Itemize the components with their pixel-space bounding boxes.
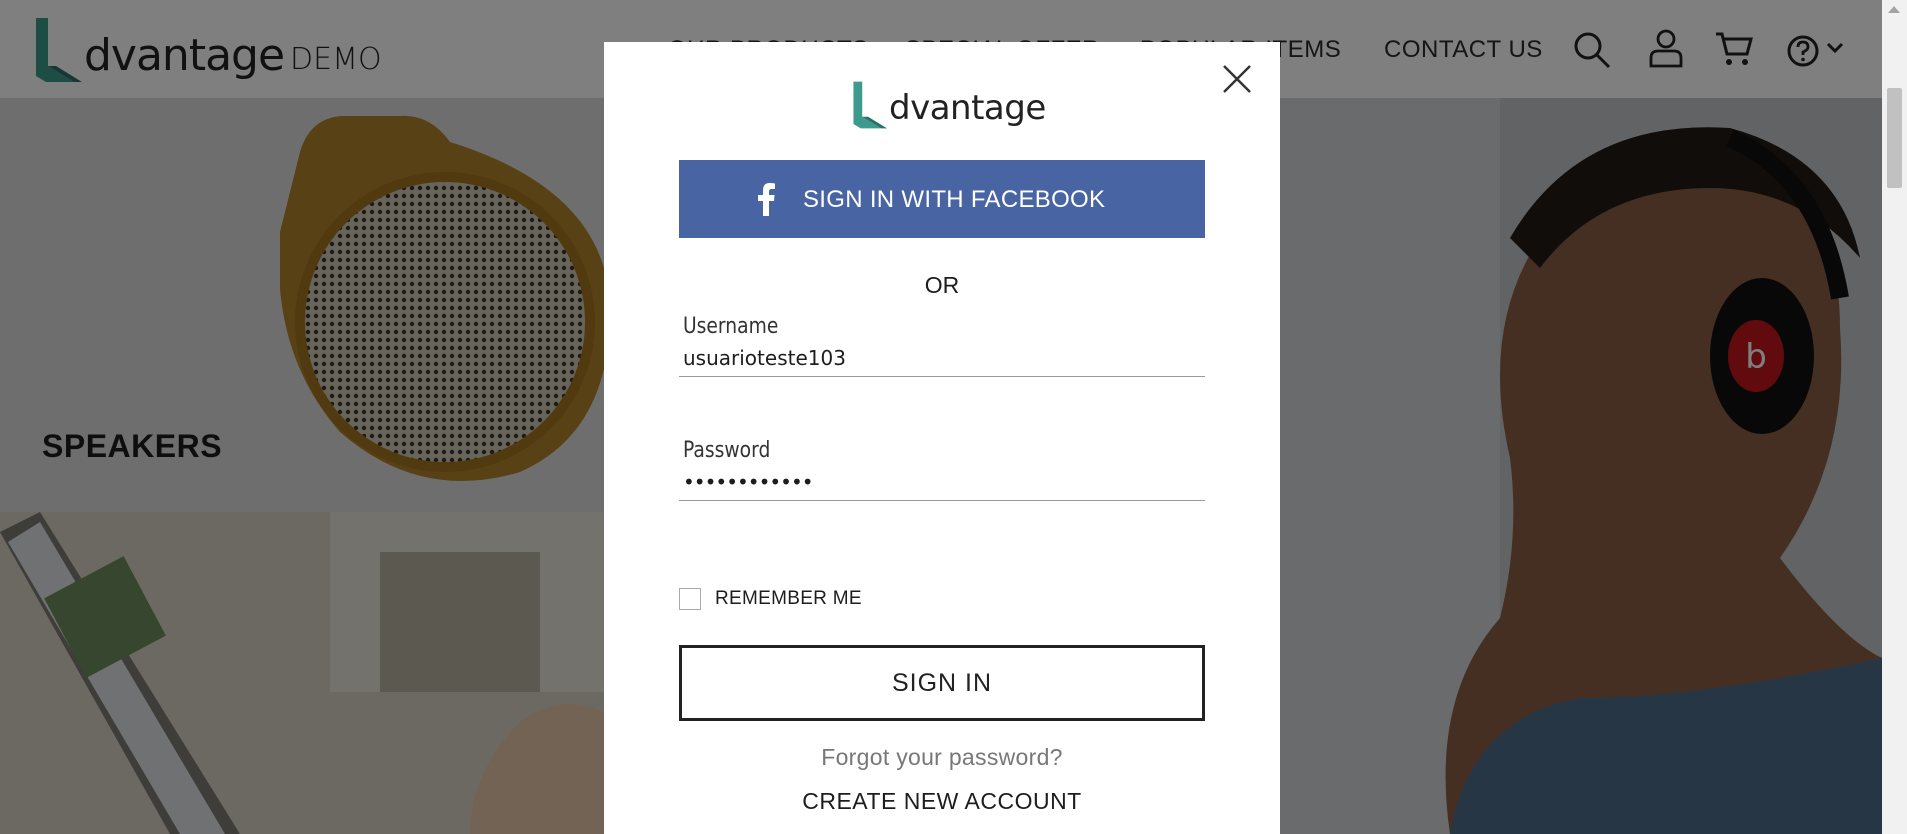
username-label: Username: [683, 314, 779, 339]
login-modal: dvantage SIGN IN WITH FACEBOOK OR Userna…: [604, 42, 1280, 834]
username-underline: [679, 376, 1205, 377]
password-input[interactable]: ••••••••••••: [683, 470, 1203, 494]
or-divider-text: OR: [924, 272, 960, 298]
facebook-icon: [758, 183, 775, 216]
scroll-up-arrow-icon[interactable]: [1888, 6, 1900, 13]
password-underline: [679, 500, 1205, 501]
password-label: Password: [683, 438, 771, 463]
modal-logo-text: dvantage: [889, 88, 1046, 128]
modal-logo: dvantage: [852, 78, 1046, 130]
scrollbar-thumb[interactable]: [1887, 88, 1902, 188]
forgot-password-link[interactable]: Forgot your password?: [604, 744, 1280, 771]
logo-mark-icon: [853, 81, 888, 129]
facebook-signin-label: SIGN IN WITH FACEBOOK: [803, 186, 1106, 213]
close-icon[interactable]: [1220, 62, 1254, 96]
facebook-signin-button[interactable]: SIGN IN WITH FACEBOOK: [679, 160, 1205, 238]
sign-in-button[interactable]: SIGN IN: [679, 645, 1205, 721]
remember-me-label: REMEMBER ME: [715, 588, 862, 609]
create-account-link[interactable]: CREATE NEW ACCOUNT: [604, 788, 1280, 815]
username-input[interactable]: [683, 346, 1203, 370]
remember-me-checkbox[interactable]: [679, 588, 701, 610]
page-scrollbar[interactable]: [1882, 0, 1907, 834]
remember-me-option[interactable]: REMEMBER ME: [679, 588, 862, 610]
